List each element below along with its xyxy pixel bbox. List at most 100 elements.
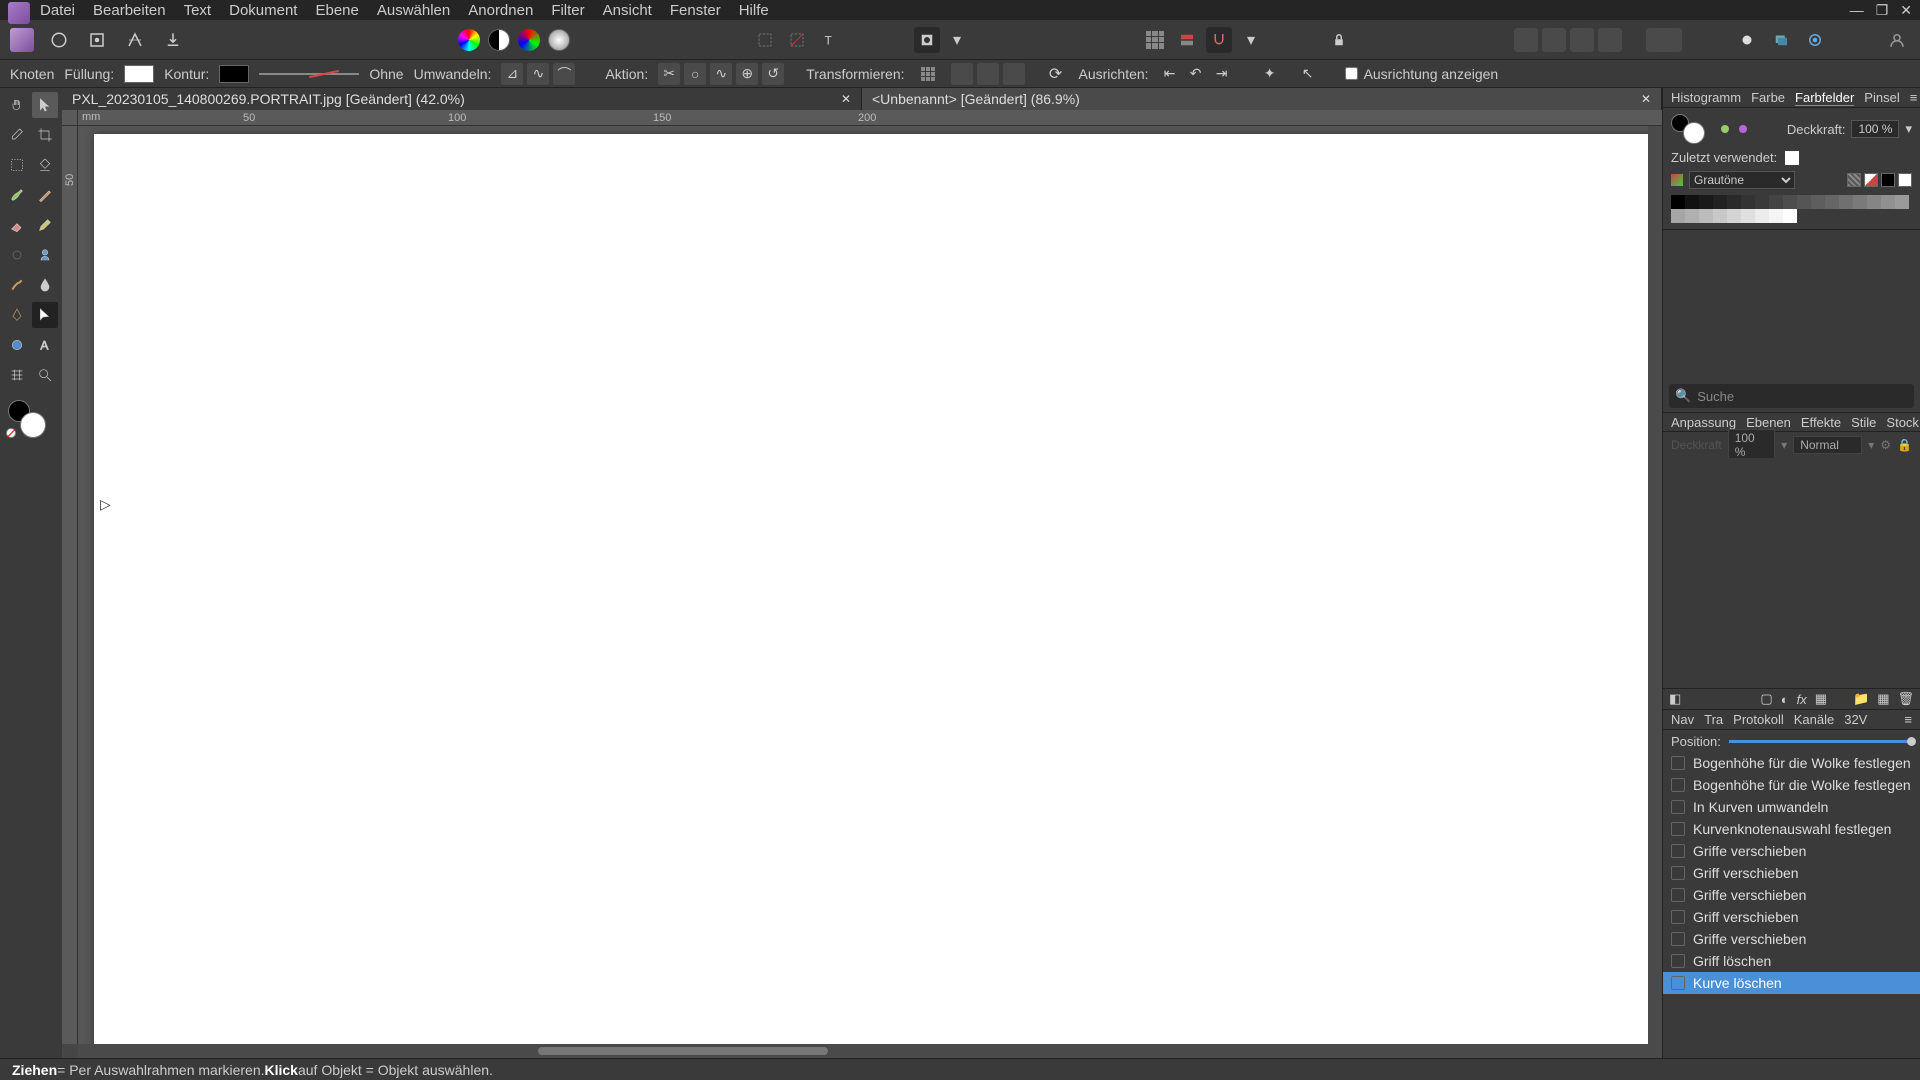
snap2-icon[interactable]: ↖	[1297, 63, 1319, 85]
swatch[interactable]	[1811, 195, 1825, 209]
reverse-icon[interactable]: ↺	[762, 63, 784, 85]
swatch[interactable]	[1713, 195, 1727, 209]
swatch[interactable]	[1685, 195, 1699, 209]
erase-tool-icon[interactable]	[4, 212, 30, 238]
pen-tool-icon[interactable]	[4, 302, 30, 328]
layer-target-icon[interactable]: ◧	[1669, 691, 1681, 707]
swatch[interactable]	[1671, 209, 1685, 223]
lock-icon[interactable]	[1326, 27, 1352, 53]
arrange-backward-icon[interactable]	[1542, 28, 1566, 52]
tab-farbfelder[interactable]: Farbfelder	[1795, 90, 1854, 106]
cloud2-icon[interactable]	[1768, 27, 1794, 53]
flood-select-icon[interactable]	[32, 152, 58, 178]
history-item[interactable]: Bogenhöhe für die Wolke festlegen	[1663, 752, 1920, 774]
color-selector[interactable]	[4, 398, 58, 448]
convert-smooth-icon[interactable]: ∿	[527, 63, 549, 85]
menu-dokument[interactable]: Dokument	[229, 2, 297, 19]
snap1-icon[interactable]: ✦	[1259, 63, 1281, 85]
horizontal-scrollbar[interactable]	[78, 1044, 1662, 1058]
palette-opt3-icon[interactable]	[1881, 173, 1895, 187]
tab-close-icon[interactable]: ✕	[841, 92, 851, 106]
convert-smart-icon[interactable]: ⌒	[553, 63, 575, 85]
palette-opt1-icon[interactable]	[1847, 173, 1861, 187]
fill-swatch[interactable]	[124, 65, 154, 83]
account-icon[interactable]	[1884, 27, 1910, 53]
node-tool-icon[interactable]	[32, 302, 58, 328]
text-selection-icon[interactable]: T	[816, 27, 842, 53]
snap-dropdown-icon[interactable]: ▾	[1238, 27, 1264, 53]
swatch[interactable]	[1727, 195, 1741, 209]
palette-opt4-icon[interactable]	[1898, 173, 1912, 187]
menu-hilfe[interactable]: Hilfe	[739, 2, 769, 19]
opacity-dropdown-icon[interactable]: ▾	[1905, 121, 1912, 137]
lock-layer-icon[interactable]: 🔒	[1897, 438, 1912, 452]
tab-kanale[interactable]: Kanäle	[1794, 712, 1834, 727]
swatch[interactable]	[1741, 209, 1755, 223]
tab-ebenen[interactable]: Ebenen	[1746, 415, 1791, 430]
palette-opt2-icon[interactable]	[1864, 173, 1878, 187]
convert-sharp-icon[interactable]: ⊿	[501, 63, 523, 85]
grid-icon[interactable]	[1142, 27, 1168, 53]
menu-bearbeiten[interactable]: Bearbeiten	[93, 2, 166, 19]
text-tool-icon[interactable]: A	[32, 332, 58, 358]
mask-icon[interactable]: ▢	[1760, 691, 1772, 707]
tab-stile[interactable]: Stile	[1851, 415, 1876, 430]
swatch[interactable]	[1727, 209, 1741, 223]
layer-opacity[interactable]: 100 %	[1728, 429, 1775, 461]
shape-tool-icon[interactable]	[4, 332, 30, 358]
rgb-icon[interactable]	[518, 29, 540, 51]
tab-effekte[interactable]: Effekte	[1801, 415, 1841, 430]
menu-fenster[interactable]: Fenster	[670, 2, 721, 19]
menu-filter[interactable]: Filter	[551, 2, 584, 19]
color-picker-tool-icon[interactable]	[4, 122, 30, 148]
restore-icon[interactable]: ❐	[1876, 2, 1889, 19]
t2-icon[interactable]	[977, 63, 999, 85]
history-item[interactable]: Griff verschieben	[1663, 862, 1920, 884]
panel-menu-icon[interactable]: ≡	[1910, 90, 1918, 105]
swatch[interactable]	[1769, 195, 1783, 209]
t1-icon[interactable]	[951, 63, 973, 85]
tab-anpassung[interactable]: Anpassung	[1671, 415, 1736, 430]
swatch[interactable]	[1895, 195, 1909, 209]
swatch[interactable]	[1797, 195, 1811, 209]
stroke-swatch[interactable]	[219, 65, 249, 83]
tab-histogramm[interactable]: Histogramm	[1671, 90, 1741, 105]
blend-mode[interactable]: Normal	[1793, 436, 1862, 454]
swatch[interactable]	[1755, 209, 1769, 223]
swatch[interactable]	[1713, 209, 1727, 223]
swatch[interactable]	[1699, 209, 1713, 223]
document-tab-1[interactable]: PXL_20230105_140800269.PORTRAIT.jpg [Geä…	[62, 88, 862, 110]
swatch[interactable]	[1671, 195, 1685, 209]
color-wheel-icon[interactable]	[458, 29, 480, 51]
fg-bg-swatch[interactable]	[1671, 114, 1711, 144]
swatch[interactable]	[1839, 195, 1853, 209]
menu-anordnen[interactable]: Anordnen	[468, 2, 533, 19]
liquify-persona-icon[interactable]	[84, 27, 110, 53]
show-alignment-checkbox[interactable]: Ausrichtung anzeigen	[1345, 66, 1499, 82]
history-item[interactable]: Griff löschen	[1663, 950, 1920, 972]
brush-selection-icon[interactable]	[4, 182, 30, 208]
add-layer-icon[interactable]: ▦	[1877, 691, 1889, 707]
swatch[interactable]	[1867, 195, 1881, 209]
clone-tool-icon[interactable]	[4, 242, 30, 268]
crop-tool-icon[interactable]	[32, 122, 58, 148]
tab-close-icon[interactable]: ✕	[1641, 92, 1651, 106]
history-item[interactable]: Kurve löschen	[1663, 972, 1920, 994]
export-persona-icon[interactable]	[160, 27, 186, 53]
inpaint-icon[interactable]	[32, 242, 58, 268]
tab-protokoll[interactable]: Protokoll	[1733, 712, 1784, 727]
cloud-icon[interactable]	[1734, 27, 1760, 53]
swatch[interactable]	[1881, 195, 1895, 209]
history-item[interactable]: Griffe verschieben	[1663, 884, 1920, 906]
search-box[interactable]: 🔍 Suche	[1669, 384, 1914, 408]
gear-icon[interactable]: ⚙	[1880, 438, 1891, 452]
swatch[interactable]	[1685, 209, 1699, 223]
dropdown-icon[interactable]: ▾	[944, 27, 970, 53]
fill-color-icon[interactable]	[20, 412, 46, 438]
group-icon[interactable]: 📁	[1853, 691, 1869, 707]
pencil-icon[interactable]	[32, 212, 58, 238]
document-tab-2[interactable]: <Unbenannt> [Geändert] (86.9%) ✕	[862, 88, 1662, 110]
layers-list[interactable]	[1663, 458, 1920, 688]
tab-farbe[interactable]: Farbe	[1751, 90, 1785, 105]
history-item[interactable]: Bogenhöhe für die Wolke festlegen	[1663, 774, 1920, 796]
